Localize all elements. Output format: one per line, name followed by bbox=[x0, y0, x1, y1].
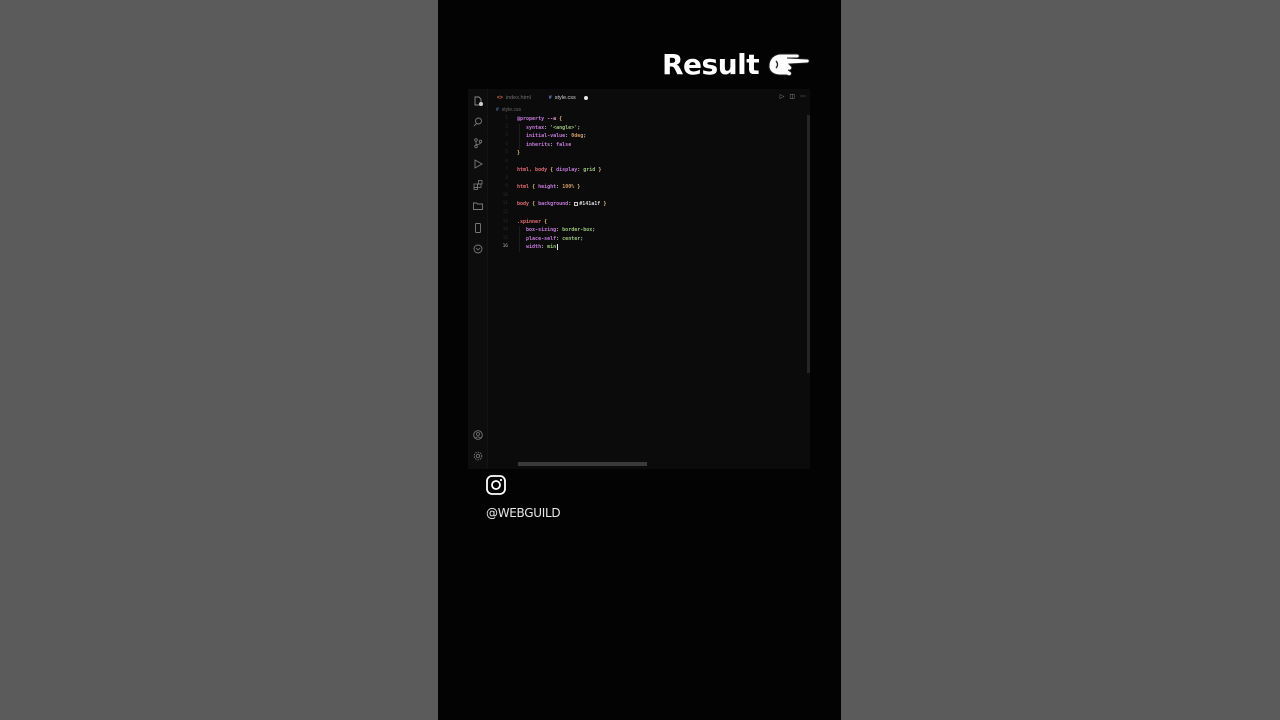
breadcrumb-file[interactable]: style.css bbox=[502, 107, 521, 113]
source-control-icon[interactable] bbox=[472, 137, 484, 149]
code-line: 15 place-self: center; bbox=[488, 234, 808, 244]
editor-tabs: <> index.html # style.css bbox=[488, 91, 597, 105]
settings-gear-icon[interactable] bbox=[472, 450, 484, 462]
code-line: 14 box-sizing: border-box; bbox=[488, 226, 808, 235]
pointing-hand-icon bbox=[767, 48, 811, 80]
search-icon[interactable] bbox=[472, 116, 484, 128]
vertical-scrollbar[interactable] bbox=[807, 115, 810, 373]
unsaved-dot-icon[interactable] bbox=[583, 96, 588, 100]
code-line-current: 16 width: min bbox=[488, 243, 808, 252]
css-file-icon: # bbox=[548, 95, 552, 101]
account-icon[interactable] bbox=[472, 429, 484, 441]
result-title: Result bbox=[662, 47, 760, 81]
code-line: 9 html { height: 100% } bbox=[488, 183, 808, 192]
line-number: 12 bbox=[502, 210, 508, 216]
tab-style-css[interactable]: # style.css bbox=[540, 91, 597, 105]
line-number: 11 bbox=[502, 201, 508, 207]
run-icon[interactable]: ▷ bbox=[780, 93, 785, 100]
tab-label: style.css bbox=[554, 95, 576, 101]
code-line: 5} bbox=[488, 149, 808, 158]
code-line: 1 @property --a { bbox=[488, 115, 808, 124]
remote-icon[interactable] bbox=[472, 243, 484, 255]
result-heading: Result bbox=[662, 44, 811, 84]
line-number: 13 bbox=[502, 218, 508, 224]
line-number: 8 bbox=[505, 175, 508, 181]
code-line: 3 initial-value: 0deg; bbox=[488, 132, 808, 141]
css-file-icon: # bbox=[496, 107, 499, 113]
color-swatch[interactable] bbox=[574, 201, 579, 206]
line-number: 14 bbox=[502, 227, 508, 233]
phone-icon[interactable] bbox=[472, 222, 484, 234]
tab-index-html[interactable]: <> index.html bbox=[488, 91, 540, 105]
explorer-folder-icon[interactable] bbox=[472, 200, 484, 212]
line-number: 3 bbox=[505, 133, 508, 139]
line-number: 10 bbox=[502, 192, 508, 198]
code-line: 7 html, body { display: grid } bbox=[488, 166, 808, 175]
code-line: 11 body { background: #141a1f } bbox=[488, 200, 808, 209]
text-cursor bbox=[557, 243, 559, 250]
activity-bar bbox=[468, 89, 488, 469]
line-number: 15 bbox=[502, 235, 508, 241]
more-icon[interactable]: ⋯ bbox=[800, 93, 806, 100]
code-line: 8 bbox=[488, 175, 808, 184]
horizontal-scrollbar[interactable] bbox=[518, 462, 647, 466]
files-icon[interactable] bbox=[472, 95, 484, 107]
editor-actions: ▷ ◫ ⋯ bbox=[780, 93, 806, 100]
line-number: 6 bbox=[505, 158, 508, 164]
html-file-icon: <> bbox=[497, 95, 503, 101]
code-line: 4 inherits: false bbox=[488, 140, 808, 150]
code-line: 2 syntax: '<angle>'; bbox=[488, 123, 808, 133]
line-number: 9 bbox=[505, 184, 508, 190]
code-line: 10 bbox=[488, 192, 808, 201]
split-editor-icon[interactable]: ◫ bbox=[789, 93, 795, 100]
line-number: 2 bbox=[505, 124, 508, 130]
run-debug-icon[interactable] bbox=[472, 158, 484, 170]
tab-label: index.html bbox=[505, 95, 531, 101]
extensions-icon[interactable] bbox=[472, 179, 484, 191]
code-editor-window: <> index.html # style.css ▷ ◫ ⋯ # style.… bbox=[468, 89, 810, 469]
line-number: 1 bbox=[505, 116, 508, 121]
line-number: 16 bbox=[502, 244, 508, 250]
line-number: 5 bbox=[505, 150, 508, 156]
instagram-icon bbox=[485, 474, 507, 496]
code-line: 12 bbox=[488, 209, 808, 218]
code-line: 6 bbox=[488, 158, 808, 167]
code-area[interactable]: 1 @property --a { 2 syntax: '<angle>'; 3 … bbox=[488, 115, 808, 252]
line-number: 7 bbox=[505, 167, 508, 173]
line-number: 4 bbox=[505, 141, 508, 147]
social-handle: @WEBGUILD bbox=[486, 506, 561, 520]
code-line: 13 .spinner { bbox=[488, 218, 808, 227]
breadcrumb: # style.css bbox=[496, 107, 521, 113]
